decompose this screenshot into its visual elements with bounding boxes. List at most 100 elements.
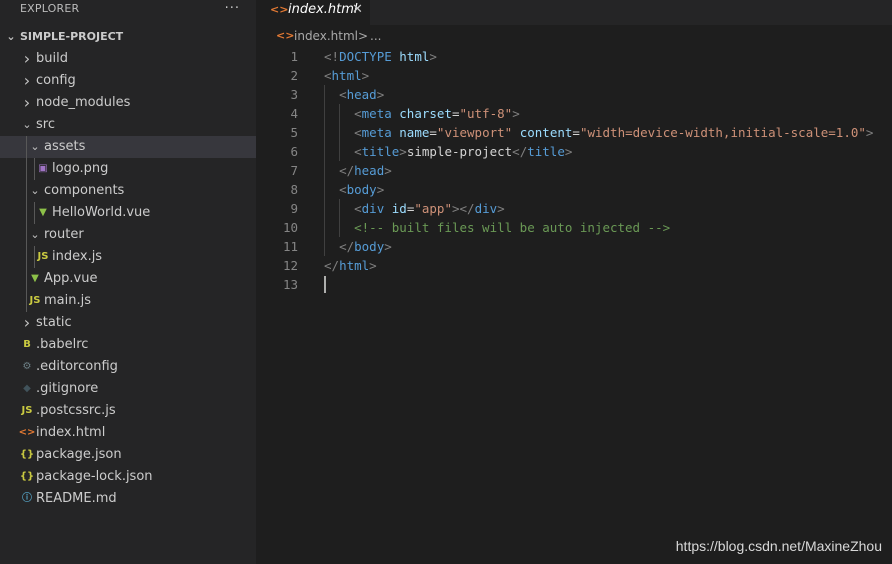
code-token: meta xyxy=(361,125,392,140)
code-token: > xyxy=(376,182,385,197)
project-root-label: SIMPLE-PROJECT xyxy=(20,30,124,43)
babel-file-icon: B xyxy=(23,339,31,350)
folder-item-components[interactable]: ⌄ components xyxy=(0,180,256,202)
tree-item-label: config xyxy=(36,73,76,88)
file-item-babelrc[interactable]: B .babelrc xyxy=(0,334,256,356)
code-line[interactable]: 6 <title>simple-project</title> xyxy=(256,142,892,161)
json-file-icon: {} xyxy=(19,449,35,460)
tree-item-label: index.html xyxy=(36,425,106,440)
code-token: > xyxy=(865,125,874,140)
line-number: 12 xyxy=(282,258,298,273)
text-cursor xyxy=(324,276,326,293)
file-item-index-html[interactable]: <> index.html xyxy=(0,422,256,444)
file-item-readme-md[interactable]: ⓘ README.md xyxy=(0,488,256,510)
code-line[interactable]: 9 <div id="app"></div> xyxy=(256,199,892,218)
code-line[interactable]: 11 </body> xyxy=(256,237,892,256)
code-line[interactable]: 2 <html> xyxy=(256,66,892,85)
git-file-icon: ◆ xyxy=(23,383,31,394)
code-token: head xyxy=(354,163,385,178)
code-token: "app" xyxy=(414,201,452,216)
file-item-package-lock-json[interactable]: {} package-lock.json xyxy=(0,466,256,488)
code-token: div xyxy=(361,201,385,216)
code-token: id xyxy=(391,201,407,216)
folder-item-config[interactable]: › config xyxy=(0,70,256,92)
tree-item-label: package-lock.json xyxy=(36,469,153,484)
code-text: <meta charset="utf-8"> xyxy=(324,104,520,123)
code-token: < xyxy=(354,201,362,216)
file-item-gitignore[interactable]: ◆ .gitignore xyxy=(0,378,256,400)
code-editor[interactable]: 1 <!DOCTYPE html> 2 <html> 3 <head> 4 <meta c… xyxy=(256,47,892,294)
code-token: </ xyxy=(339,163,355,178)
code-line[interactable]: 7 </head> xyxy=(256,161,892,180)
folder-item-src[interactable]: ⌄ src xyxy=(0,114,256,136)
tree-item-label: src xyxy=(36,117,55,132)
folder-item-assets[interactable]: ⌄ assets xyxy=(0,136,256,158)
code-token: < xyxy=(324,68,332,83)
breadcrumb-file[interactable]: index.html xyxy=(294,25,358,47)
breadcrumb-more[interactable]: ... xyxy=(370,25,381,47)
more-actions-icon[interactable]: ··· xyxy=(225,0,240,18)
chevron-down-icon: ⌄ xyxy=(30,228,40,241)
code-token: title xyxy=(527,144,565,159)
code-token: content xyxy=(519,125,573,140)
code-token: "viewport" xyxy=(436,125,513,140)
code-line[interactable]: 8 <body> xyxy=(256,180,892,199)
line-number: 11 xyxy=(282,239,298,254)
line-number: 10 xyxy=(282,220,298,235)
code-token: <! xyxy=(324,49,340,64)
code-token: div xyxy=(474,201,498,216)
folder-item-router[interactable]: ⌄ router xyxy=(0,224,256,246)
code-text: </html> xyxy=(324,256,377,275)
line-number: 7 xyxy=(290,163,298,178)
code-token: meta xyxy=(361,106,392,121)
code-line[interactable]: 4 <meta charset="utf-8"> xyxy=(256,104,892,123)
tree-item-label: main.js xyxy=(44,293,91,308)
code-line[interactable]: 3 <head> xyxy=(256,85,892,104)
folder-item-build[interactable]: › build xyxy=(0,48,256,70)
close-icon[interactable]: ✕ xyxy=(352,0,363,20)
json-file-icon: {} xyxy=(19,471,35,482)
tree-item-label: components xyxy=(44,183,125,198)
file-item-package-json[interactable]: {} package.json xyxy=(0,444,256,466)
chevron-down-icon: ⌄ xyxy=(30,184,40,197)
code-token: html xyxy=(399,49,430,64)
code-token: </ xyxy=(339,239,355,254)
code-token: > xyxy=(497,201,505,216)
code-token: "utf-8" xyxy=(459,106,513,121)
explorer-title: EXPLORER xyxy=(20,2,80,15)
indent-guide xyxy=(26,158,27,180)
file-item-index-js[interactable]: JS index.js xyxy=(0,246,256,268)
tree-item-label: package.json xyxy=(36,447,122,462)
chevron-right-icon: › xyxy=(23,93,31,112)
folder-item-static[interactable]: › static xyxy=(0,312,256,334)
code-token: name xyxy=(399,125,430,140)
code-line[interactable]: 12 </html> xyxy=(256,256,892,275)
file-item-app-vue[interactable]: ▼ App.vue xyxy=(0,268,256,290)
code-line[interactable]: 1 <!DOCTYPE html> xyxy=(256,47,892,66)
chevron-right-icon: › xyxy=(23,71,31,90)
explorer-sidebar: EXPLORER ··· ⌄ SIMPLE-PROJECT › build › con… xyxy=(0,0,256,564)
tree-item-label: .postcssrc.js xyxy=(36,403,116,418)
file-item-main-js[interactable]: JS main.js xyxy=(0,290,256,312)
code-line[interactable]: 13 xyxy=(256,275,892,294)
html-file-icon: <> xyxy=(18,427,36,438)
line-number: 13 xyxy=(282,277,298,292)
project-root[interactable]: ⌄ SIMPLE-PROJECT xyxy=(0,26,256,48)
code-line[interactable]: 5 <meta name="viewport" content="width=d… xyxy=(256,123,892,142)
folder-item-node-modules[interactable]: › node_modules xyxy=(0,92,256,114)
file-item-editorconfig[interactable]: ⚙ .editorconfig xyxy=(0,356,256,378)
code-token: html xyxy=(339,258,370,273)
tree-item-label: README.md xyxy=(36,491,117,506)
line-number: 5 xyxy=(290,125,298,140)
file-item-logo-png[interactable]: ▣ logo.png xyxy=(0,158,256,180)
code-token: simple-project xyxy=(406,144,513,159)
code-token: < xyxy=(354,144,362,159)
image-file-icon: ▣ xyxy=(38,163,48,174)
file-item-postcssrc-js[interactable]: JS .postcssrc.js xyxy=(0,400,256,422)
file-item-helloworld-vue[interactable]: ▼ HelloWorld.vue xyxy=(0,202,256,224)
tab-index-html[interactable]: <> index.html ✕ xyxy=(256,0,370,25)
chevron-right-icon: › xyxy=(23,313,31,332)
code-line[interactable]: 10 <!-- built files will be auto injecte… xyxy=(256,218,892,237)
